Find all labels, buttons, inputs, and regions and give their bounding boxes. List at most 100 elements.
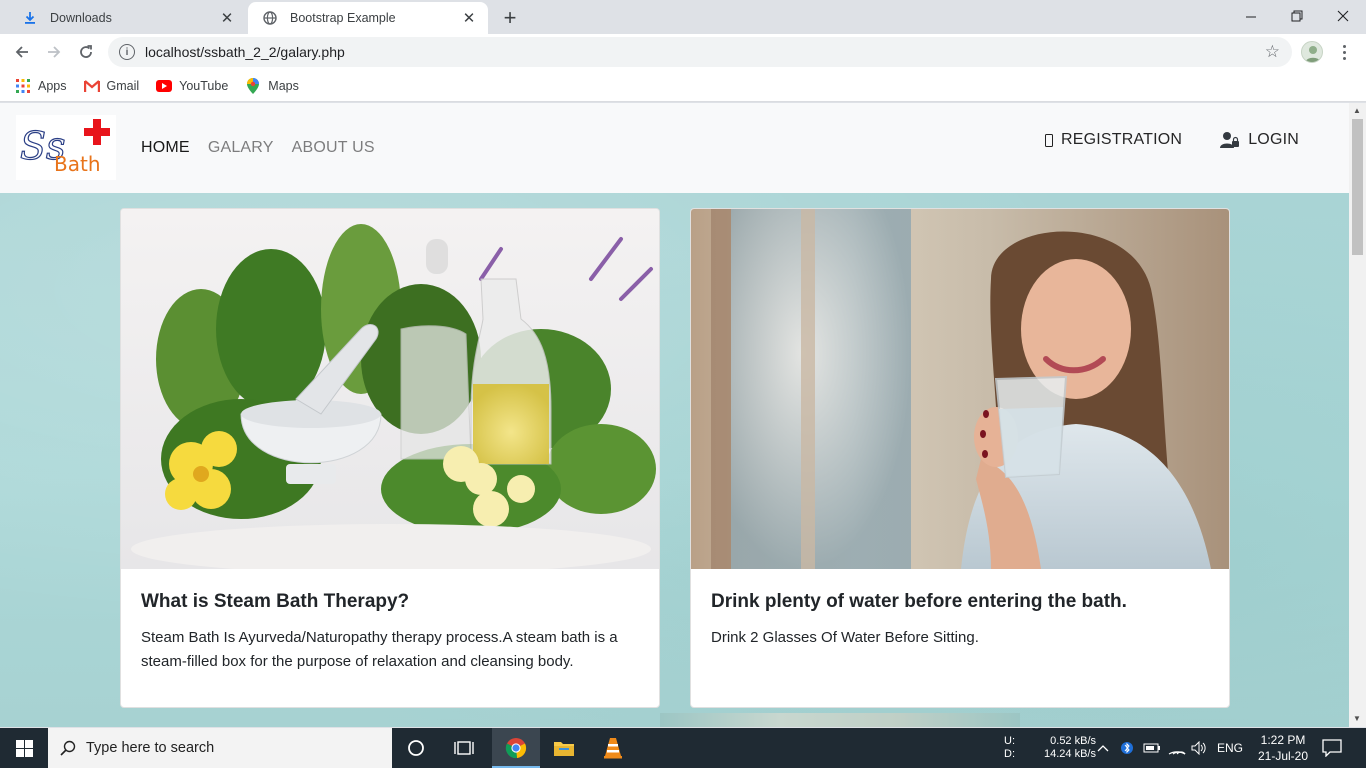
- download-icon: [22, 10, 38, 26]
- youtube-icon: [156, 78, 173, 94]
- globe-icon: [262, 10, 278, 26]
- windows-taskbar: Type here to search U: D: 0.52 kB/s 14.2…: [0, 728, 1366, 768]
- net-values: 0.52 kB/s 14.24 kB/s: [1030, 735, 1096, 761]
- bookmarks-bar: Apps Gmail YouTube Maps: [0, 70, 1366, 102]
- show-hidden-icons-button[interactable]: [1097, 728, 1109, 768]
- search-icon: [60, 740, 76, 756]
- bookmark-maps[interactable]: Maps: [245, 77, 299, 94]
- back-button[interactable]: [8, 38, 36, 66]
- card-body: Drink plenty of water before entering th…: [711, 591, 1211, 650]
- tab-title: Bootstrap Example: [290, 11, 396, 25]
- bluetooth-tray[interactable]: [1121, 728, 1133, 768]
- card-title: Drink plenty of water before entering th…: [711, 591, 1127, 612]
- scrollbar-thumb[interactable]: [1352, 119, 1363, 255]
- card-title: What is Steam Bath Therapy?: [141, 591, 410, 612]
- clock-time: 1:22 PM: [1260, 733, 1306, 747]
- address-bar[interactable]: i localhost/ssbath_2_2/galary.php ☆: [108, 37, 1292, 67]
- card-steam-bath-therapy: What is Steam Bath Therapy? Steam Bath I…: [120, 208, 660, 708]
- info-icon[interactable]: i: [119, 44, 135, 60]
- maps-pin-icon: [245, 77, 261, 94]
- taskbar-vlc[interactable]: [589, 728, 637, 768]
- apps-grid-icon: [15, 78, 31, 94]
- net-up-value: 0.52 kB/s: [1050, 735, 1096, 747]
- action-center-button[interactable]: [1322, 728, 1342, 768]
- task-view-icon: [454, 741, 474, 755]
- user-lock-icon: [1220, 131, 1240, 149]
- language-indicator[interactable]: ENG: [1217, 728, 1243, 768]
- battery-icon: [1143, 743, 1160, 753]
- page-scrollbar[interactable]: ▲ ▼: [1349, 103, 1366, 727]
- taskbar-file-explorer[interactable]: [540, 728, 588, 768]
- start-button[interactable]: [0, 728, 48, 768]
- net-up-label: U:: [1004, 735, 1015, 747]
- nav-home[interactable]: HOME: [141, 139, 190, 157]
- chevron-up-icon: [1097, 745, 1109, 752]
- page-viewport: Ss Bath HOME GALARY ABOUT US REGISTRATIO…: [0, 103, 1349, 727]
- registration-label: REGISTRATION: [1060, 131, 1183, 148]
- battery-tray[interactable]: [1143, 728, 1161, 768]
- phone-icon: [1044, 133, 1053, 147]
- speaker-icon: [1191, 741, 1206, 755]
- task-view-button[interactable]: [440, 728, 488, 768]
- nav-right: REGISTRATION LOGIN: [1044, 131, 1299, 149]
- site-logo[interactable]: Ss Bath: [16, 115, 116, 180]
- net-down-value: 14.24 kB/s: [1044, 748, 1096, 760]
- nav-registration[interactable]: REGISTRATION: [1044, 131, 1183, 149]
- wifi-tray[interactable]: [1168, 728, 1186, 768]
- close-icon[interactable]: ✕: [218, 9, 236, 27]
- folder-icon: [554, 742, 574, 756]
- next-card-peek: [660, 713, 1020, 727]
- wifi-icon: [1168, 751, 1186, 755]
- card-text: Steam Bath Is Ayurveda/Naturopathy thera…: [141, 629, 618, 670]
- logo-text-bath: Bath: [54, 152, 101, 176]
- card-body: What is Steam Bath Therapy? Steam Bath I…: [141, 591, 641, 674]
- login-label: LOGIN: [1248, 131, 1299, 148]
- cortana-button[interactable]: [392, 728, 440, 768]
- notification-icon: [1322, 739, 1342, 757]
- bookmark-label: YouTube: [179, 78, 229, 93]
- herbs-mortar-oil-bottles-photo: [121, 209, 659, 569]
- main-nav: HOME GALARY ABOUT US: [141, 139, 375, 157]
- taskbar-chrome[interactable]: [492, 728, 540, 768]
- reload-button[interactable]: [72, 38, 100, 66]
- bookmark-label: Maps: [268, 78, 299, 93]
- scroll-up-icon[interactable]: ▲: [1353, 106, 1361, 115]
- restore-button[interactable]: [1274, 0, 1320, 32]
- bookmark-apps[interactable]: Apps: [15, 78, 67, 94]
- nav-about-us[interactable]: ABOUT US: [292, 139, 375, 157]
- network-speed-widget[interactable]: U: D: 0.52 kB/s 14.24 kB/s: [1004, 728, 1096, 768]
- clock-date: 21-Jul-20: [1257, 749, 1309, 763]
- bluetooth-icon: [1121, 742, 1133, 754]
- close-window-button[interactable]: [1320, 0, 1366, 32]
- profile-avatar[interactable]: [1301, 41, 1323, 63]
- nav-login[interactable]: LOGIN: [1220, 131, 1299, 149]
- cortana-circle-icon: [408, 740, 424, 756]
- net-down-label: D:: [1004, 748, 1015, 760]
- taskbar-search-box[interactable]: Type here to search: [48, 728, 392, 768]
- bookmark-gmail[interactable]: Gmail: [83, 78, 139, 94]
- volume-tray[interactable]: [1191, 728, 1207, 768]
- bookmark-youtube[interactable]: YouTube: [156, 78, 228, 94]
- forward-button[interactable]: [40, 38, 68, 66]
- vlc-cone-icon: [604, 738, 622, 759]
- url-text[interactable]: localhost/ssbath_2_2/galary.php: [145, 44, 345, 60]
- minimize-button[interactable]: [1228, 0, 1274, 32]
- gmail-icon: [83, 78, 100, 94]
- net-labels: U: D:: [1004, 735, 1030, 761]
- card-drink-water: Drink plenty of water before entering th…: [690, 208, 1230, 708]
- windows-logo-icon: [15, 739, 33, 757]
- site-navbar: Ss Bath HOME GALARY ABOUT US REGISTRATIO…: [0, 103, 1349, 193]
- nav-galary[interactable]: GALARY: [208, 139, 274, 157]
- tab-bootstrap-example[interactable]: Bootstrap Example ✕: [248, 2, 488, 34]
- tab-downloads[interactable]: Downloads ✕: [8, 2, 246, 34]
- chrome-menu-icon[interactable]: [1336, 40, 1352, 64]
- scroll-down-icon[interactable]: ▼: [1353, 714, 1361, 723]
- new-tab-button[interactable]: +: [498, 5, 522, 30]
- chrome-icon: [505, 738, 527, 759]
- card-text: Drink 2 Glasses Of Water Before Sitting.: [711, 629, 979, 646]
- star-icon[interactable]: ☆: [1265, 43, 1280, 61]
- bookmark-label: Apps: [38, 78, 67, 93]
- close-icon[interactable]: ✕: [460, 9, 478, 27]
- clock[interactable]: 1:22 PM 21-Jul-20: [1252, 728, 1314, 768]
- tab-title: Downloads: [50, 11, 112, 25]
